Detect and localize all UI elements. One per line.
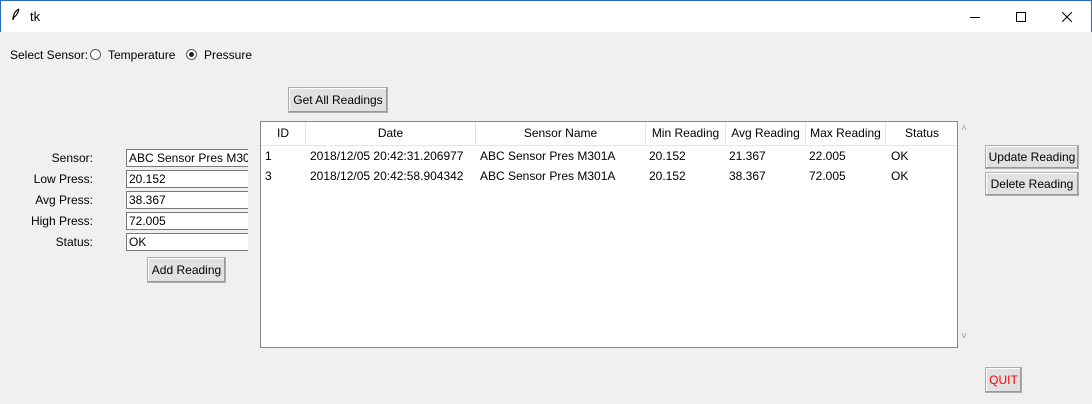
cell-avg-reading: 38.367 [729, 169, 766, 183]
minimize-button[interactable] [952, 1, 998, 32]
readings-table[interactable]: ID Date Sensor Name Min Reading Avg Read… [260, 121, 958, 348]
cell-date: 2018/12/05 20:42:58.904342 [310, 169, 464, 183]
scroll-down-icon[interactable]: ˅ [961, 331, 967, 342]
get-all-readings-button[interactable]: Get All Readings [288, 87, 388, 113]
title-bar: tk [0, 0, 1092, 32]
status-field[interactable]: OK [126, 233, 248, 251]
cell-sensor-name: ABC Sensor Pres M301A [480, 149, 616, 163]
avg-press-label: Avg Press: [35, 193, 93, 207]
avg-press-field[interactable]: 38.367 [126, 191, 248, 209]
close-icon [1062, 11, 1072, 22]
cell-status: OK [891, 149, 909, 163]
high-press-label: High Press: [30, 214, 93, 228]
temperature-radio-label[interactable]: Temperature [108, 48, 175, 62]
sensor-label: Sensor: [51, 151, 93, 165]
maximize-button[interactable] [998, 1, 1044, 32]
low-press-field[interactable]: 20.152 [126, 170, 248, 188]
minimize-icon [970, 12, 980, 22]
select-sensor-label: Select Sensor: [10, 48, 89, 62]
column-header-avg-reading[interactable]: Avg Reading [726, 122, 806, 145]
column-header-date[interactable]: Date [306, 122, 476, 145]
cell-min-reading: 20.152 [649, 169, 686, 183]
quit-button[interactable]: QUIT [985, 367, 1022, 393]
column-header-id[interactable]: ID [261, 122, 306, 145]
update-reading-button[interactable]: Update Reading [985, 145, 1079, 169]
column-header-max-reading[interactable]: Max Reading [806, 122, 886, 145]
window-title: tk [30, 9, 41, 24]
feather-icon [11, 8, 21, 25]
column-header-status[interactable]: Status [886, 122, 958, 145]
status-label: Status: [55, 235, 93, 249]
column-header-min-reading[interactable]: Min Reading [646, 122, 726, 145]
cell-sensor-name: ABC Sensor Pres M301A [480, 169, 616, 183]
table-header: ID Date Sensor Name Min Reading Avg Read… [261, 122, 957, 146]
table-row[interactable]: 1 2018/12/05 20:42:31.206977 ABC Sensor … [261, 146, 957, 166]
close-button[interactable] [1044, 1, 1090, 32]
scroll-up-icon[interactable]: ˄ [961, 123, 967, 134]
sensor-field[interactable]: ABC Sensor Pres M301A [126, 149, 248, 167]
maximize-icon [1016, 11, 1026, 22]
pressure-radio-label[interactable]: Pressure [204, 48, 252, 62]
column-header-sensor-name[interactable]: Sensor Name [476, 122, 646, 145]
delete-reading-button[interactable]: Delete Reading [985, 172, 1079, 196]
cell-max-reading: 72.005 [809, 169, 846, 183]
temperature-radio[interactable] [90, 49, 101, 60]
high-press-field[interactable]: 72.005 [126, 212, 248, 230]
cell-avg-reading: 21.367 [729, 149, 766, 163]
table-scrollbar[interactable]: ˄ ˅ [958, 121, 974, 348]
cell-max-reading: 22.005 [809, 149, 846, 163]
low-press-label: Low Press: [33, 172, 93, 186]
cell-min-reading: 20.152 [649, 149, 686, 163]
cell-id: 1 [265, 149, 272, 163]
cell-status: OK [891, 169, 909, 183]
cell-id: 3 [265, 169, 272, 183]
table-row[interactable]: 3 2018/12/05 20:42:58.904342 ABC Sensor … [261, 166, 957, 186]
cell-date: 2018/12/05 20:42:31.206977 [310, 149, 464, 163]
pressure-radio[interactable] [186, 49, 197, 60]
add-reading-button[interactable]: Add Reading [147, 257, 226, 283]
